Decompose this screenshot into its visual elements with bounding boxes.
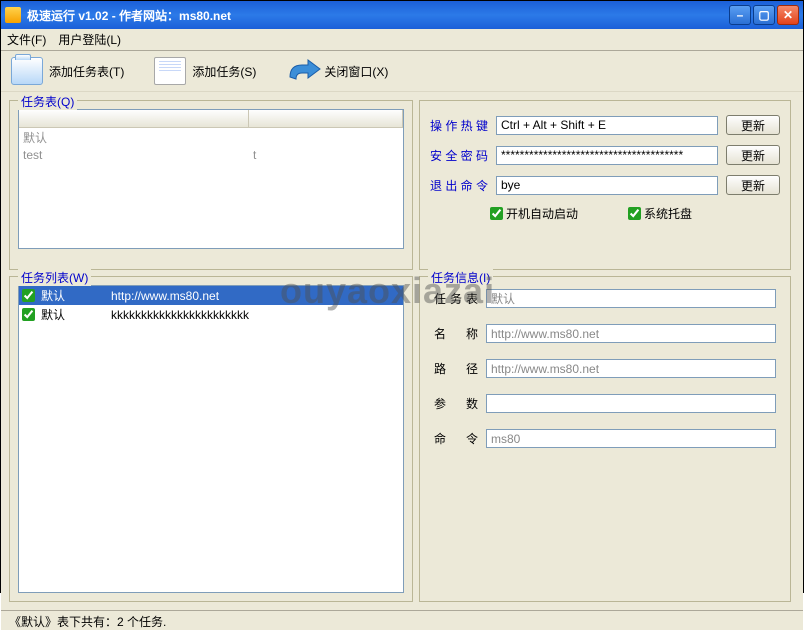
info-cmd-input[interactable] xyxy=(486,429,776,448)
toolbar: 添加任务表(T) 添加任务(S) 关闭窗口(X) xyxy=(1,51,803,92)
task-checkbox[interactable] xyxy=(22,308,35,321)
minimize-button[interactable]: – xyxy=(729,5,751,25)
update-exit-button[interactable]: 更新 xyxy=(726,175,780,195)
group-legend: 任务信息(I) xyxy=(428,269,493,286)
table-row[interactable]: 默认 xyxy=(19,128,403,147)
task-info-group: 任务信息(I) 任务表 名 称 路 径 参 数 命 令 xyxy=(419,276,791,602)
table-icon xyxy=(11,57,43,85)
arrow-icon xyxy=(286,57,318,85)
toolbar-label: 关闭窗口(X) xyxy=(324,63,388,80)
table-row[interactable]: test t xyxy=(19,147,403,163)
info-path-input[interactable] xyxy=(486,359,776,378)
status-text: 《默认》表下共有：2 个任务. xyxy=(9,615,166,629)
info-cmd-label: 命 令 xyxy=(434,430,478,447)
task-table-group: 任务表(Q) 默认 test t xyxy=(9,100,413,270)
info-name-label: 名 称 xyxy=(434,325,478,342)
task-table-list[interactable]: 默认 test t xyxy=(18,109,404,249)
info-name-input[interactable] xyxy=(486,324,776,343)
exit-input[interactable] xyxy=(496,176,718,195)
info-args-input[interactable] xyxy=(486,394,776,413)
window-title: 极速运行 v1.02 - 作者网站：ms80.net xyxy=(27,7,729,24)
group-legend: 任务表(Q) xyxy=(18,93,77,110)
info-path-label: 路 径 xyxy=(434,360,478,377)
list-item[interactable]: 默认 http://www.ms80.net xyxy=(19,286,403,305)
update-password-button[interactable]: 更新 xyxy=(726,145,780,165)
file-icon xyxy=(154,57,186,85)
toolbar-label: 添加任务表(T) xyxy=(49,63,124,80)
task-list[interactable]: 默认 http://www.ms80.net 默认 kkkkkkkkkkkkkk… xyxy=(18,285,404,593)
settings-group: 操作热键 更新 安全密码 更新 退出命令 更新 开机自动启动 系统托盘 xyxy=(419,100,791,270)
autostart-checkbox[interactable]: 开机自动启动 xyxy=(490,205,578,222)
titlebar[interactable]: 极速运行 v1.02 - 作者网站：ms80.net – ▢ ✕ xyxy=(1,1,803,29)
task-checkbox[interactable] xyxy=(22,289,35,302)
hotkey-label: 操作热键 xyxy=(430,117,488,134)
add-task-table-button[interactable]: 添加任务表(T) xyxy=(11,57,124,85)
menu-file[interactable]: 文件(F) xyxy=(7,31,46,48)
statusbar: 《默认》表下共有：2 个任务. xyxy=(1,610,803,630)
app-icon xyxy=(5,7,21,23)
password-label: 安全密码 xyxy=(430,147,488,164)
maximize-button[interactable]: ▢ xyxy=(753,5,775,25)
update-hotkey-button[interactable]: 更新 xyxy=(726,115,780,135)
add-task-button[interactable]: 添加任务(S) xyxy=(154,57,256,85)
password-input[interactable] xyxy=(496,146,718,165)
tray-checkbox[interactable]: 系统托盘 xyxy=(628,205,692,222)
info-args-label: 参 数 xyxy=(434,395,478,412)
exit-label: 退出命令 xyxy=(430,177,488,194)
info-table-label: 任务表 xyxy=(434,290,478,307)
menubar: 文件(F) 用户登陆(L) xyxy=(1,29,803,51)
close-button[interactable]: ✕ xyxy=(777,5,799,25)
info-table-input[interactable] xyxy=(486,289,776,308)
task-list-group: 任务列表(W) 默认 http://www.ms80.net 默认 kkkkkk… xyxy=(9,276,413,602)
group-legend: 任务列表(W) xyxy=(18,269,91,286)
list-item[interactable]: 默认 kkkkkkkkkkkkkkkkkkkkkkk xyxy=(19,305,403,324)
close-window-button[interactable]: 关闭窗口(X) xyxy=(286,57,388,85)
menu-user-login[interactable]: 用户登陆(L) xyxy=(58,31,121,48)
toolbar-label: 添加任务(S) xyxy=(192,63,256,80)
hotkey-input[interactable] xyxy=(496,116,718,135)
table-header xyxy=(19,110,403,128)
